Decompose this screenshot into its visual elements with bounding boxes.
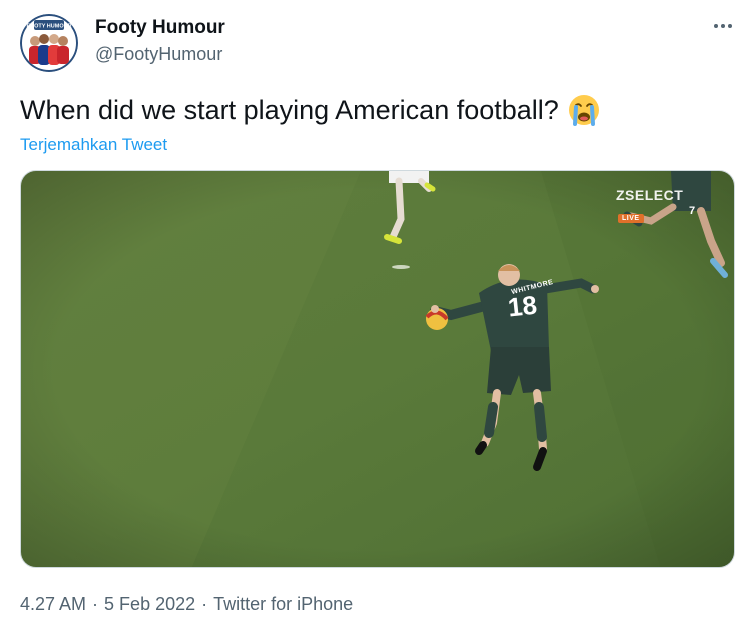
author-avatar[interactable]: FOOTY HUMOUR (20, 14, 78, 72)
meta-separator: · (92, 594, 99, 614)
loudly-crying-face-icon (567, 93, 601, 127)
svg-text:FOOTY HUMOUR: FOOTY HUMOUR (26, 24, 71, 30)
football-pitch-photo (21, 171, 734, 567)
author-handle[interactable]: @FootyHumour (95, 42, 222, 66)
jersey-number: 18 (506, 289, 539, 323)
broadcaster-logo: ZSELECT (616, 187, 684, 203)
author-display-name[interactable]: Footy Humour (95, 16, 225, 40)
meta-separator: · (201, 594, 208, 614)
background-jersey-number: 7 (689, 205, 696, 217)
tweet-media-image[interactable]: ZSELECT LIVE WHITMORE 18 7 (20, 170, 735, 568)
tweet-meta: 4.27 AM · 5 Feb 2022 · Twitter for iPhone (20, 592, 353, 616)
tweet-time[interactable]: 4.27 AM (20, 594, 86, 614)
live-badge: LIVE (618, 214, 644, 223)
tweet-date[interactable]: 5 Feb 2022 (104, 594, 195, 614)
tweet-source[interactable]: Twitter for iPhone (213, 594, 353, 614)
tweet-text: When did we start playing American footb… (20, 92, 601, 128)
more-horizontal-icon (714, 24, 732, 28)
more-options-button[interactable] (708, 14, 738, 38)
translate-tweet-link[interactable]: Terjemahkan Tweet (20, 134, 167, 156)
tweet-text-body: When did we start playing American footb… (20, 95, 559, 125)
tweet-card: FOOTY HUMOUR Footy Humour @FootyHumour W… (0, 0, 750, 630)
